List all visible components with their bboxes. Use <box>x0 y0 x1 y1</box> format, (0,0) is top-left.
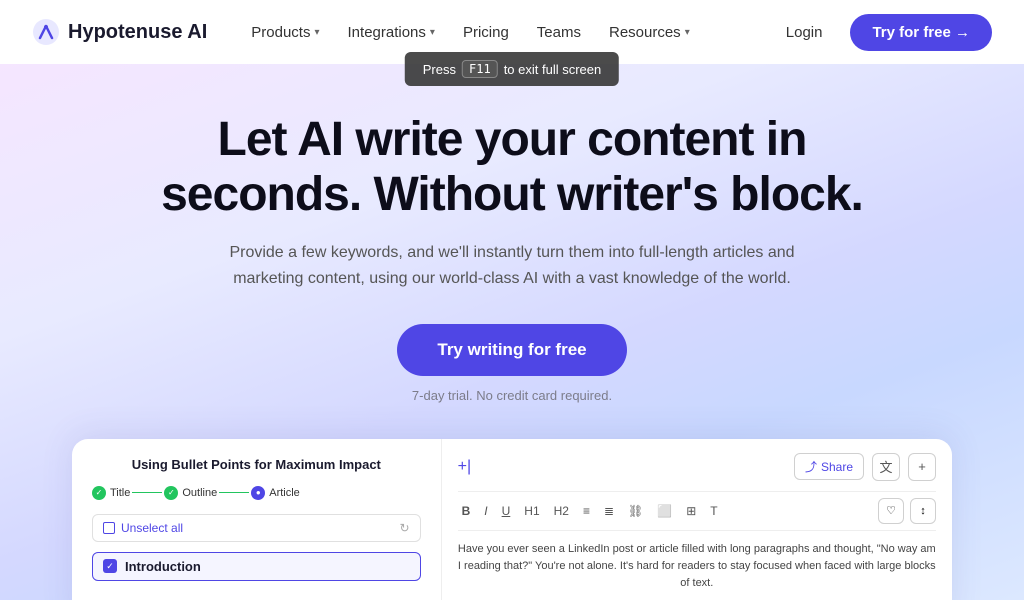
link-icon[interactable]: ⛓ <box>624 502 647 520</box>
more-icon[interactable]: T <box>706 502 721 520</box>
products-chevron-icon: ▾ <box>314 27 319 38</box>
nav-item-pricing[interactable]: Pricing <box>451 18 521 47</box>
article-dot-icon: ● <box>251 486 265 500</box>
toolbar-row: B I U H1 H2 ≡ ≣ ⛓ ⬜ ⊞ T ♡ ↕ <box>458 491 936 531</box>
demo-right-panel: +| ⤴ Share 文 + B I <box>442 439 952 600</box>
hero-title: Let AI write your content in seconds. Wi… <box>132 112 892 222</box>
steps-row: ✓ Title ✓ Outline ● Article <box>92 486 421 500</box>
demo-left-panel: Using Bullet Points for Maximum Impact ✓… <box>72 439 442 600</box>
try-for-free-button[interactable]: Try for free → <box>850 14 992 51</box>
tooltip-text-after: to exit full screen <box>504 62 602 77</box>
translate-button[interactable]: 文 <box>872 453 900 481</box>
add-icon: + <box>918 459 926 474</box>
nav-item-integrations[interactable]: Integrations ▾ <box>336 18 447 47</box>
hero-note: 7-day trial. No credit card required. <box>32 388 992 403</box>
login-button[interactable]: Login <box>774 18 835 47</box>
cursor-indicator: +| <box>458 458 472 476</box>
fullscreen-tooltip: Press F11 to exit full screen <box>405 52 619 86</box>
h2-icon[interactable]: H2 <box>550 502 573 520</box>
unselect-checkbox-icon <box>103 522 115 534</box>
step-outline: ✓ Outline <box>164 486 217 500</box>
share-button[interactable]: ⤴ Share <box>794 453 864 480</box>
ol-list-icon[interactable]: ≣ <box>600 502 618 520</box>
nav-item-products[interactable]: Products ▾ <box>239 18 331 47</box>
translate-icon: 文 <box>879 457 892 476</box>
demo-top-bar: +| ⤴ Share 文 + <box>458 453 936 481</box>
demo-actions: ⤴ Share 文 + <box>794 453 936 481</box>
tooltip-text-before: Press <box>423 62 456 77</box>
logo-text: Hypotenuse AI <box>68 21 207 44</box>
step-line-1 <box>132 492 162 493</box>
italic-icon[interactable]: I <box>480 502 491 520</box>
try-writing-button[interactable]: Try writing for free <box>397 324 626 376</box>
ul-list-icon[interactable]: ≡ <box>579 502 594 520</box>
resources-chevron-icon: ▾ <box>685 27 690 38</box>
logo[interactable]: Hypotenuse AI <box>32 18 207 46</box>
updown-button[interactable]: ↕ <box>910 498 936 524</box>
share-icon: ⤴ <box>805 458 817 475</box>
unselect-row: Unselect all ↻ <box>92 514 421 542</box>
nav-item-teams[interactable]: Teams <box>525 18 593 47</box>
intro-item[interactable]: ✓ Introduction <box>92 552 421 581</box>
h1-icon[interactable]: H1 <box>520 502 543 520</box>
bold-icon[interactable]: B <box>458 502 475 520</box>
demo-left-title: Using Bullet Points for Maximum Impact <box>92 457 421 472</box>
navbar: Hypotenuse AI Products ▾ Integrations ▾ … <box>0 0 1024 64</box>
underline-icon[interactable]: U <box>498 502 515 520</box>
demo-content-text: Have you ever seen a LinkedIn post or ar… <box>458 541 936 600</box>
intro-check-icon: ✓ <box>103 559 117 573</box>
add-button[interactable]: + <box>908 453 936 481</box>
unselect-check[interactable]: Unselect all <box>103 521 183 535</box>
heart-button[interactable]: ♡ <box>878 498 904 524</box>
f11-key: F11 <box>462 60 498 78</box>
nav-links: Products ▾ Integrations ▾ Pricing Teams … <box>239 18 773 47</box>
nav-item-resources[interactable]: Resources ▾ <box>597 18 702 47</box>
demo-card: Using Bullet Points for Maximum Impact ✓… <box>72 439 952 600</box>
step-line-2 <box>219 492 249 493</box>
nav-right: Login Try for free → <box>774 14 992 51</box>
unselect-refresh-icon: ↻ <box>400 521 410 535</box>
step-title: ✓ Title <box>92 486 130 500</box>
step-article: ● Article <box>251 486 300 500</box>
integrations-chevron-icon: ▾ <box>430 27 435 38</box>
table-icon[interactable]: ⊞ <box>682 502 700 520</box>
hero-section: Let AI write your content in seconds. Wi… <box>0 64 1024 600</box>
image-icon[interactable]: ⬜ <box>653 502 676 520</box>
hero-subtitle: Provide a few keywords, and we'll instan… <box>212 240 812 291</box>
logo-icon <box>32 18 60 46</box>
format-toolbar: B I U H1 H2 ≡ ≣ ⛓ ⬜ ⊞ T <box>458 502 722 520</box>
title-check-icon: ✓ <box>92 486 106 500</box>
toolbar-right: ♡ ↕ <box>878 498 936 524</box>
outline-check-icon: ✓ <box>164 486 178 500</box>
